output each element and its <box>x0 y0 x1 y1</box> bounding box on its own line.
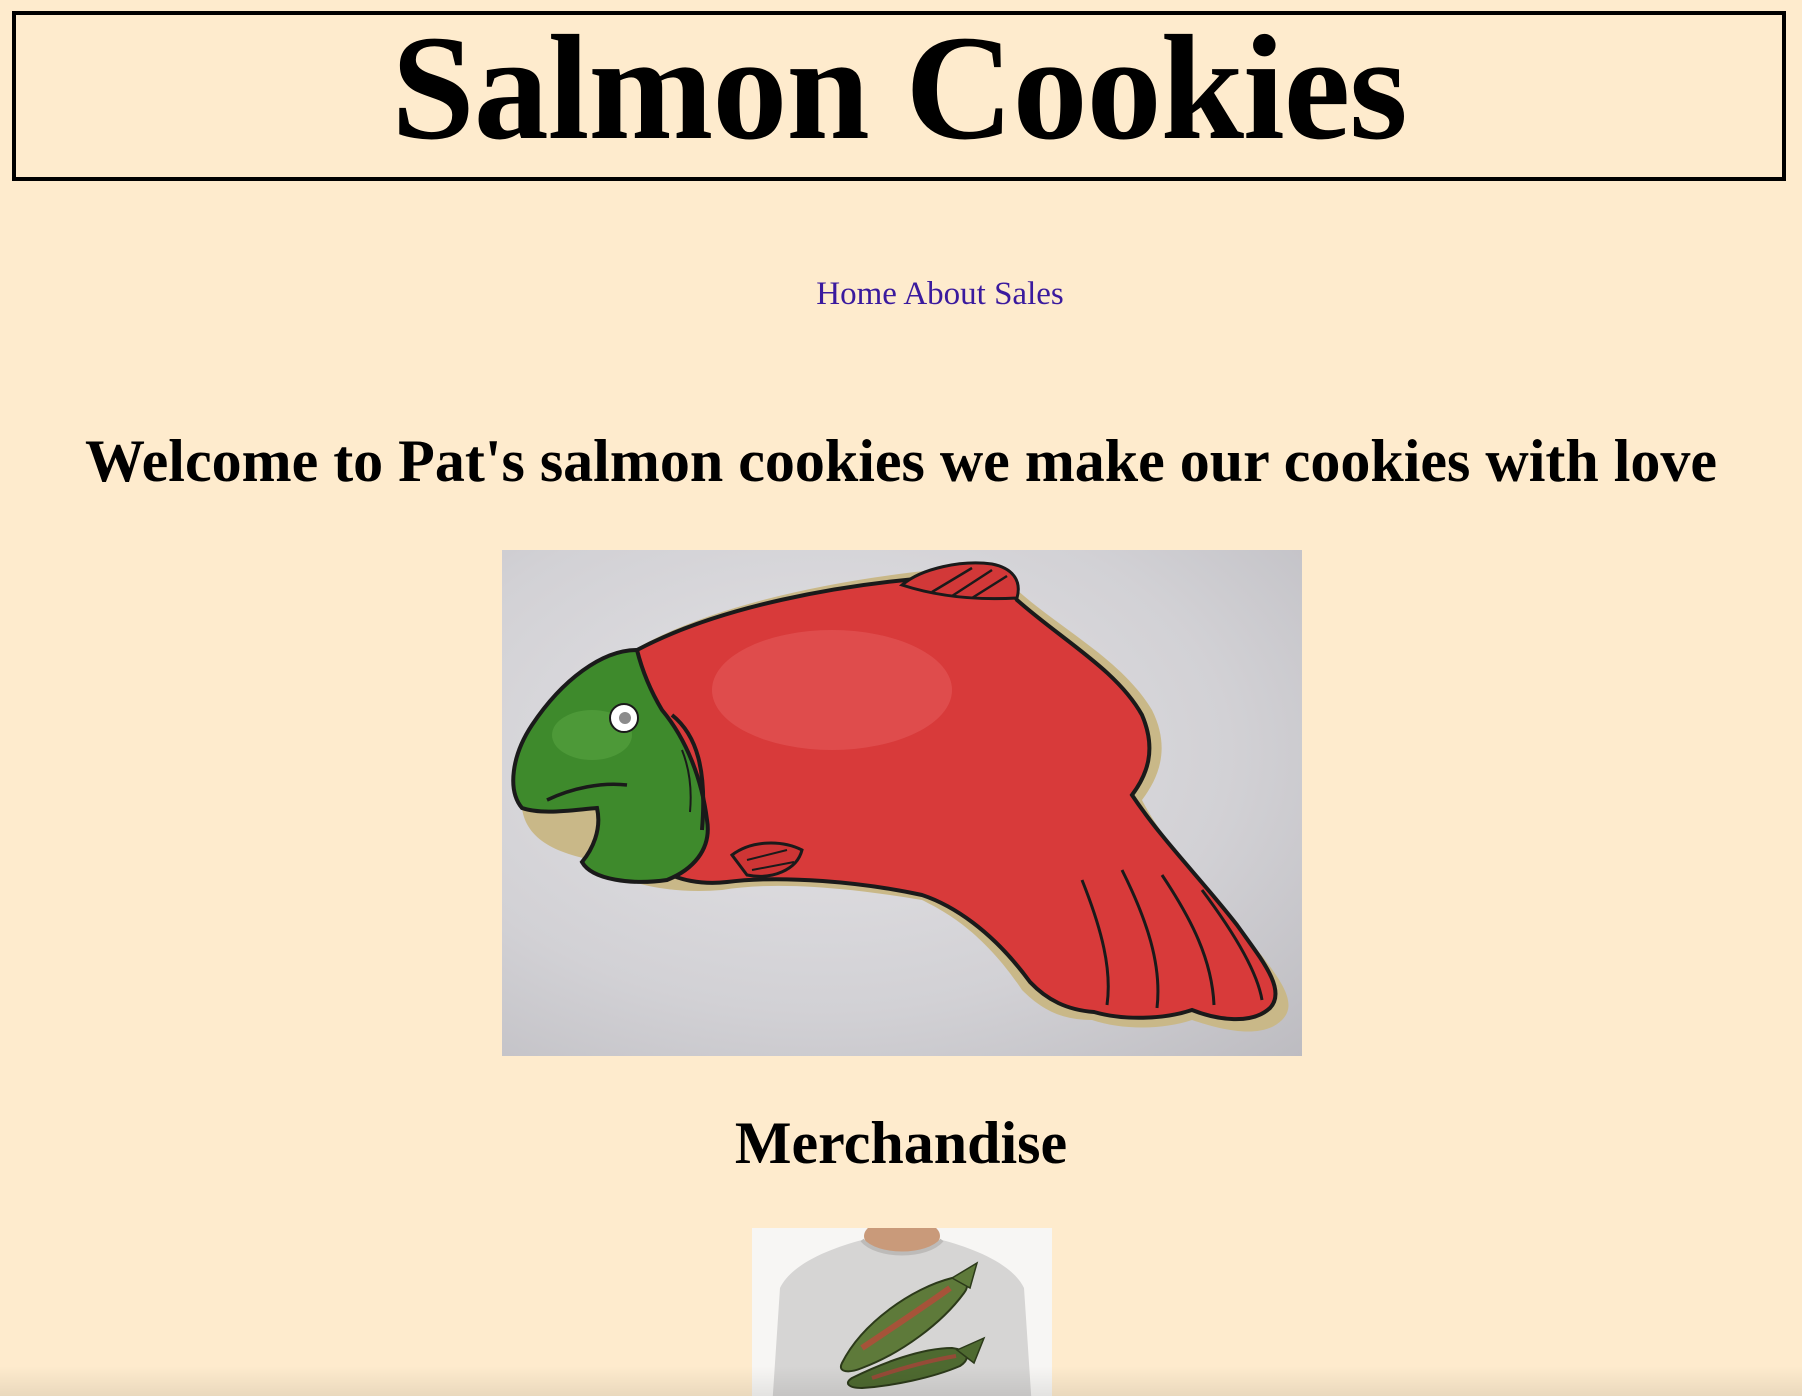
site-title: Salmon Cookies <box>391 5 1407 171</box>
salmon-cookie-image <box>502 550 1302 1056</box>
welcome-heading: Welcome to Pat's salmon cookies we make … <box>84 428 1718 494</box>
main-nav: Home About Sales <box>0 276 1802 313</box>
nav-link-home[interactable]: Home <box>816 276 897 312</box>
nav-link-sales[interactable]: Sales <box>994 276 1064 312</box>
site-header: Salmon Cookies <box>12 11 1786 181</box>
page: Salmon Cookies Home About Sales Welcome … <box>0 0 1802 1396</box>
salmon-tshirt-image <box>752 1228 1052 1396</box>
nav-link-about[interactable]: About <box>903 276 986 312</box>
merchandise-heading: Merchandise <box>734 1110 1068 1176</box>
